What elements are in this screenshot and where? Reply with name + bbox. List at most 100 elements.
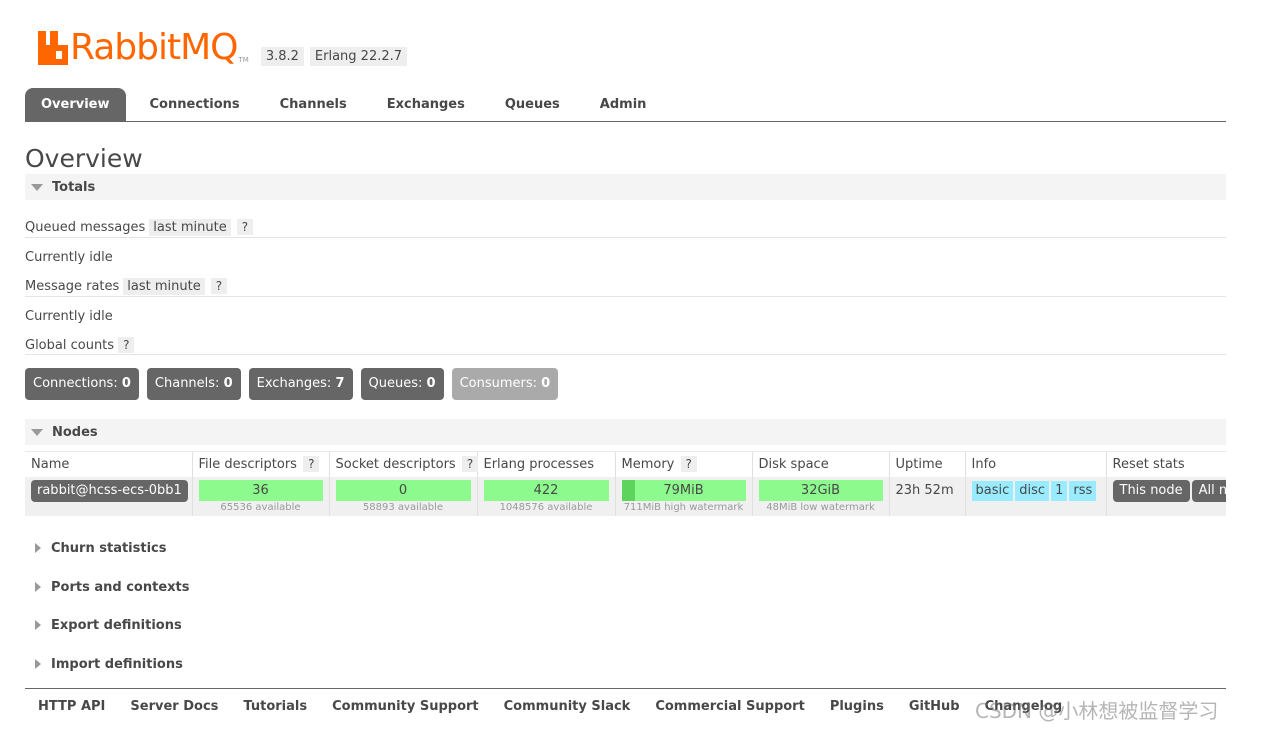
export-definitions-section[interactable]: Export definitions [25, 614, 182, 636]
reset-this-node-button[interactable]: This node [1112, 479, 1190, 502]
message-rates-row: Message rates last minute ? [25, 276, 228, 296]
file-descriptors-available: 65536 available [220, 501, 301, 513]
queued-messages-row: Queued messages last minute ? [25, 217, 254, 237]
memory-fill [621, 479, 636, 501]
header: RabbitMQ TM 3.8.2 Erlang 22.2.7 [38, 24, 408, 68]
disk-space-bar: 32GiB [758, 479, 883, 501]
ports-contexts-section[interactable]: Ports and contexts [25, 576, 189, 598]
expand-triangle-icon [35, 582, 41, 592]
rabbitmq-logo-icon [38, 31, 68, 65]
divider [25, 237, 1226, 238]
socket-descriptors-bar: 0 [335, 479, 471, 501]
footer-link-server-docs[interactable]: Server Docs [130, 689, 218, 730]
consumers-count-button[interactable]: Consumers: 0 [451, 368, 559, 400]
page-title: Overview [25, 144, 143, 173]
info-disc-badge: disc [1015, 480, 1050, 501]
memory-bar: 79MiB [621, 479, 746, 501]
churn-statistics-section[interactable]: Churn statistics [25, 537, 167, 559]
count-value: 0 [121, 376, 131, 391]
column-header: Socket descriptors ? [328, 451, 479, 477]
rates-range-select[interactable]: last minute [123, 277, 205, 295]
erlang-processes-bar: 422 [483, 479, 609, 501]
rates-status: Currently idle [25, 309, 113, 324]
column-header: Disk space [751, 451, 889, 477]
column-header: Info [964, 451, 1106, 477]
divider [25, 296, 1226, 297]
collapse-triangle-icon [31, 428, 43, 436]
tab-connections[interactable]: Connections [134, 88, 256, 121]
disk-watermark: 48MiB low watermark [766, 501, 875, 513]
table-header-row: Name File descriptors ? Socket descripto… [25, 451, 1226, 477]
column-header: Reset stats [1105, 451, 1226, 477]
collapse-triangle-icon [31, 183, 43, 191]
tab-exchanges[interactable]: Exchanges [371, 88, 481, 121]
column-header: Memory ? [614, 451, 752, 477]
footer-link-github[interactable]: GitHub [909, 689, 960, 730]
section-title: Import definitions [51, 656, 183, 672]
connections-count-button[interactable]: Connections: 0 [25, 368, 139, 400]
column-header: File descriptors ? [191, 451, 329, 477]
divider [25, 354, 1226, 355]
nodes-title: Nodes [52, 424, 98, 440]
queued-messages-label: Queued messages [25, 219, 146, 235]
expand-triangle-icon [35, 543, 41, 553]
count-value: 7 [335, 376, 345, 391]
logo-trademark: TM [238, 56, 249, 64]
table-row: rabbit@hcss-ecs-0bb1 36 65536 available … [25, 476, 1226, 516]
section-title: Churn statistics [51, 540, 167, 556]
exchanges-count-button[interactable]: Exchanges: 7 [248, 368, 353, 400]
count-value: 0 [541, 376, 551, 391]
import-definitions-section[interactable]: Import definitions [25, 653, 183, 675]
info-count-badge: 1 [1051, 480, 1068, 501]
count-label: Connections: [33, 376, 118, 391]
csdn-watermark: CSDN @小林想被监督学习 [975, 699, 1219, 723]
totals-title: Totals [52, 179, 96, 195]
count-value: 0 [426, 376, 436, 391]
count-label: Queues: [368, 376, 423, 391]
expand-triangle-icon [35, 659, 41, 669]
rates-help-button[interactable]: ? [210, 278, 228, 294]
global-counts-row: Global counts ? [25, 335, 135, 355]
queues-count-button[interactable]: Queues: 0 [360, 368, 444, 400]
global-counts-label: Global counts [25, 337, 115, 353]
count-label: Exchanges: [256, 376, 332, 391]
tab-overview[interactable]: Overview [25, 88, 126, 121]
footer-link-plugins[interactable]: Plugins [830, 689, 884, 730]
rabbitmq-logo[interactable]: RabbitMQ TM [38, 28, 249, 68]
nodes-section-header[interactable]: Nodes [25, 419, 1226, 445]
nodes-table: Name File descriptors ? Socket descripto… [25, 451, 1226, 516]
socket-descriptors-available: 58893 available [362, 501, 444, 513]
tab-admin[interactable]: Admin [584, 88, 663, 121]
reset-all-nodes-button[interactable]: All nodes [1191, 479, 1226, 502]
file-descriptors-bar: 36 [198, 479, 323, 501]
help-button[interactable]: ? [461, 455, 479, 472]
queued-help-button[interactable]: ? [236, 219, 254, 235]
queued-status: Currently idle [25, 250, 113, 265]
help-button[interactable]: ? [303, 455, 320, 472]
footer-link-tutorials[interactable]: Tutorials [243, 689, 307, 730]
footer-link-community-support[interactable]: Community Support [332, 689, 479, 730]
column-header: Uptime [888, 451, 965, 477]
main-tabs: Overview Connections Channels Exchanges … [25, 88, 1226, 122]
channels-count-button[interactable]: Channels: 0 [146, 368, 241, 400]
tab-channels[interactable]: Channels [264, 88, 363, 121]
logo-text: RabbitMQ [70, 27, 238, 68]
help-button[interactable]: ? [680, 455, 697, 472]
footer-link-commercial-support[interactable]: Commercial Support [655, 689, 805, 730]
info-basic-badge: basic [971, 480, 1014, 501]
queued-range-select[interactable]: last minute [149, 218, 231, 236]
count-label: Consumers: [459, 376, 538, 391]
footer-link-community-slack[interactable]: Community Slack [504, 689, 631, 730]
memory-watermark: 711MiB high watermark [623, 501, 744, 513]
global-counts: Connections: 0 Channels: 0 Exchanges: 7 … [25, 368, 566, 400]
node-name-link[interactable]: rabbit@hcss-ecs-0bb1 [31, 479, 188, 502]
message-rates-label: Message rates [25, 278, 120, 294]
totals-section-header[interactable]: Totals [25, 174, 1226, 200]
tab-queues[interactable]: Queues [489, 88, 576, 121]
column-header: Erlang processes [476, 451, 615, 477]
global-help-button[interactable]: ? [118, 337, 135, 353]
section-title: Ports and contexts [51, 579, 190, 595]
footer-link-http-api[interactable]: HTTP API [38, 689, 105, 730]
erlang-version-badge: Erlang 22.2.7 [309, 47, 408, 66]
uptime-value: 23h 52m [895, 482, 954, 498]
